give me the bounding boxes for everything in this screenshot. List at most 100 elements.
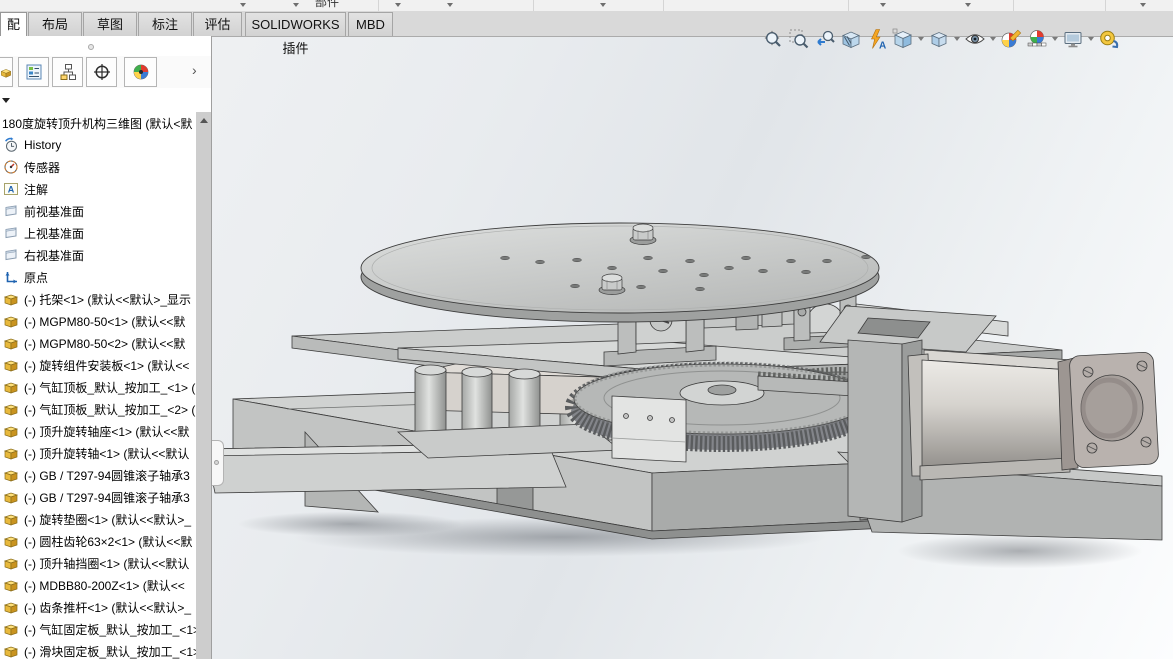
panel-grip[interactable] [0, 36, 211, 56]
part-icon [3, 401, 19, 417]
dropdown-caret-icon[interactable] [880, 3, 886, 7]
ribbon-tab-2[interactable]: 草图 [83, 12, 137, 36]
zoom-to-area-icon[interactable] [786, 26, 812, 52]
dropdown-caret-icon[interactable] [240, 3, 246, 7]
tree-item-part[interactable]: (-) GB / T297-94圆锥滚子轴承3 [0, 486, 196, 508]
tree-item-label: (-) 气缸固定板_默认_按加工_<1> [24, 621, 196, 638]
ribbon-tab-5[interactable]: SOLIDWORKS 插件 [245, 12, 346, 36]
tree-item-part[interactable]: (-) MDBB80-200Z<1> (默认<< [0, 574, 196, 596]
view-orientation-caret[interactable] [916, 26, 926, 52]
zoom-to-fit-icon[interactable] [760, 26, 786, 52]
tab-featuremanager-design-tree[interactable] [0, 57, 13, 87]
tree-filter-row[interactable] [0, 88, 211, 112]
view-orientation-icon[interactable] [890, 26, 916, 52]
tree-item-annotation[interactable]: A注解 [0, 178, 196, 200]
tree-item-label: (-) GB / T297-94圆锥滚子轴承3 [24, 489, 190, 506]
ribbon-tab-1[interactable]: 布局 [28, 12, 82, 36]
tree-item-part[interactable]: (-) 气缸顶板_默认_按加工_<2> ( [0, 398, 196, 420]
panel-tabs-expand-arrow[interactable]: › [192, 62, 197, 78]
dynamic-annotation-views-icon[interactable]: A [864, 26, 890, 52]
tree-item-label: (-) GB / T297-94圆锥滚子轴承3 [24, 467, 190, 484]
apply-scene-caret[interactable] [1050, 26, 1060, 52]
tree-item-label: (-) MGPM80-50<1> (默认<<默 [24, 313, 185, 330]
tree-item-part[interactable]: (-) 旋转垫圈<1> (默认<<默认>_ [0, 508, 196, 530]
ribbon-separator [1105, 0, 1106, 11]
part-icon [3, 533, 19, 549]
tree-item-history[interactable]: History [0, 134, 196, 156]
tree-item-part[interactable]: (-) 气缸顶板_默认_按加工_<1> ( [0, 376, 196, 398]
dropdown-caret-icon[interactable] [600, 3, 606, 7]
tree-item-part[interactable]: (-) MGPM80-50<1> (默认<<默 [0, 310, 196, 332]
ribbon-tab-6[interactable]: MBD [348, 12, 393, 36]
tree-item-part[interactable]: (-) GB / T297-94圆锥滚子轴承3 [0, 464, 196, 486]
tree-item-part[interactable]: (-) 顶升旋转轴<1> (默认<<默认 [0, 442, 196, 464]
tree-item-part[interactable]: (-) 齿条推杆<1> (默认<<默认>_ [0, 596, 196, 618]
tree-item-plane[interactable]: 上视基准面 [0, 222, 196, 244]
sensor-icon [3, 159, 19, 175]
view-settings-caret[interactable] [1086, 26, 1096, 52]
dropdown-caret-icon[interactable] [965, 3, 971, 7]
featuremanager-panel: › 180度旋转顶升机构三维图 (默认<默 History 传感器 A注解前视基准面上… [0, 36, 212, 659]
ribbon-tab-4[interactable]: 评估 [193, 12, 242, 36]
tree-item-part[interactable]: (-) 气缸固定板_默认_按加工_<1> [0, 618, 196, 640]
tree-root-item[interactable]: 180度旋转顶升机构三维图 (默认<默 [0, 112, 196, 134]
tab-configurationmanager[interactable] [52, 57, 83, 87]
scrollbar-up-arrow[interactable] [196, 112, 211, 128]
tree-item-plane[interactable]: 右视基准面 [0, 244, 196, 266]
filter-caret-icon [2, 98, 10, 103]
tree-item-part[interactable]: (-) 滑块固定板_默认_按加工_<1> [0, 640, 196, 659]
dropdown-caret-icon[interactable] [1140, 3, 1146, 7]
panel-collapse-dot-icon [88, 44, 94, 50]
tree-item-plane[interactable]: 前视基准面 [0, 200, 196, 222]
tree-item-label: (-) 托架<1> (默认<<默认>_显示 [24, 291, 191, 308]
tree-item-label: (-) MDBB80-200Z<1> (默认<< [24, 577, 185, 594]
tree-item-label: (-) 齿条推杆<1> (默认<<默认>_ [24, 599, 191, 616]
ribbon-tab-0[interactable]: 配体 [0, 12, 27, 37]
tree-item-part[interactable]: (-) 顶升轴挡圈<1> (默认<<默认 [0, 552, 196, 574]
part-icon [3, 445, 19, 461]
svg-text:A: A [879, 41, 886, 51]
view-settings-icon[interactable] [1060, 26, 1086, 52]
part-icon [3, 643, 19, 659]
tree-item-part[interactable]: (-) 旋转组件安装板<1> (默认<< [0, 354, 196, 376]
tree-item-label: 传感器 [24, 159, 60, 176]
dropdown-caret-icon[interactable] [395, 3, 401, 7]
rotary-table-disc [361, 223, 879, 322]
tree-scrollbar[interactable] [196, 112, 211, 659]
previous-view-icon[interactable] [812, 26, 838, 52]
tree-item-label: 注解 [24, 181, 48, 198]
display-style-caret[interactable] [952, 26, 962, 52]
history-icon [3, 137, 19, 153]
tree-item-label: (-) 气缸顶板_默认_按加工_<2> ( [24, 401, 195, 418]
dropdown-caret-icon[interactable] [447, 3, 453, 7]
edit-appearance-icon[interactable] [998, 26, 1024, 52]
part-icon [3, 467, 19, 483]
tree-item-part[interactable]: (-) MGPM80-50<2> (默认<<默 [0, 332, 196, 354]
tree-item-label: (-) 气缸顶板_默认_按加工_<1> ( [24, 379, 195, 396]
ribbon-partial-button-label[interactable]: 部件 [315, 0, 339, 10]
tab-displaymanager[interactable] [124, 57, 157, 87]
tree-item-part[interactable]: (-) 托架<1> (默认<<默认>_显示 [0, 288, 196, 310]
apply-scene-icon[interactable] [1024, 26, 1050, 52]
hide-show-items-caret[interactable] [988, 26, 998, 52]
tree-item-label: (-) 旋转垫圈<1> (默认<<默认>_ [24, 511, 191, 528]
display-style-icon[interactable] [926, 26, 952, 52]
section-view-icon[interactable] [838, 26, 864, 52]
measure-icon[interactable] [1096, 26, 1122, 52]
hide-show-items-icon[interactable] [962, 26, 988, 52]
tree-item-origin[interactable]: 原点 [0, 266, 196, 288]
part-icon [3, 335, 19, 351]
tab-dimxpertmanager[interactable] [86, 57, 117, 87]
tree-item-part[interactable]: (-) 圆柱齿轮63×2<1> (默认<<默 [0, 530, 196, 552]
tab-propertymanager[interactable] [18, 57, 49, 87]
part-icon [3, 423, 19, 439]
plane-icon [3, 203, 19, 219]
tree-root-label: 180度旋转顶升机构三维图 (默认<默 [2, 115, 192, 132]
part-icon [3, 313, 19, 329]
ribbon-tab-3[interactable]: 标注 [138, 12, 192, 36]
panel-splitter-handle[interactable] [212, 440, 224, 486]
headsup-view-toolbar: A [760, 25, 1122, 53]
tree-item-part[interactable]: (-) 顶升旋转轴座<1> (默认<<默 [0, 420, 196, 442]
tree-item-sensor[interactable]: 传感器 [0, 156, 196, 178]
dropdown-caret-icon[interactable] [293, 3, 299, 7]
